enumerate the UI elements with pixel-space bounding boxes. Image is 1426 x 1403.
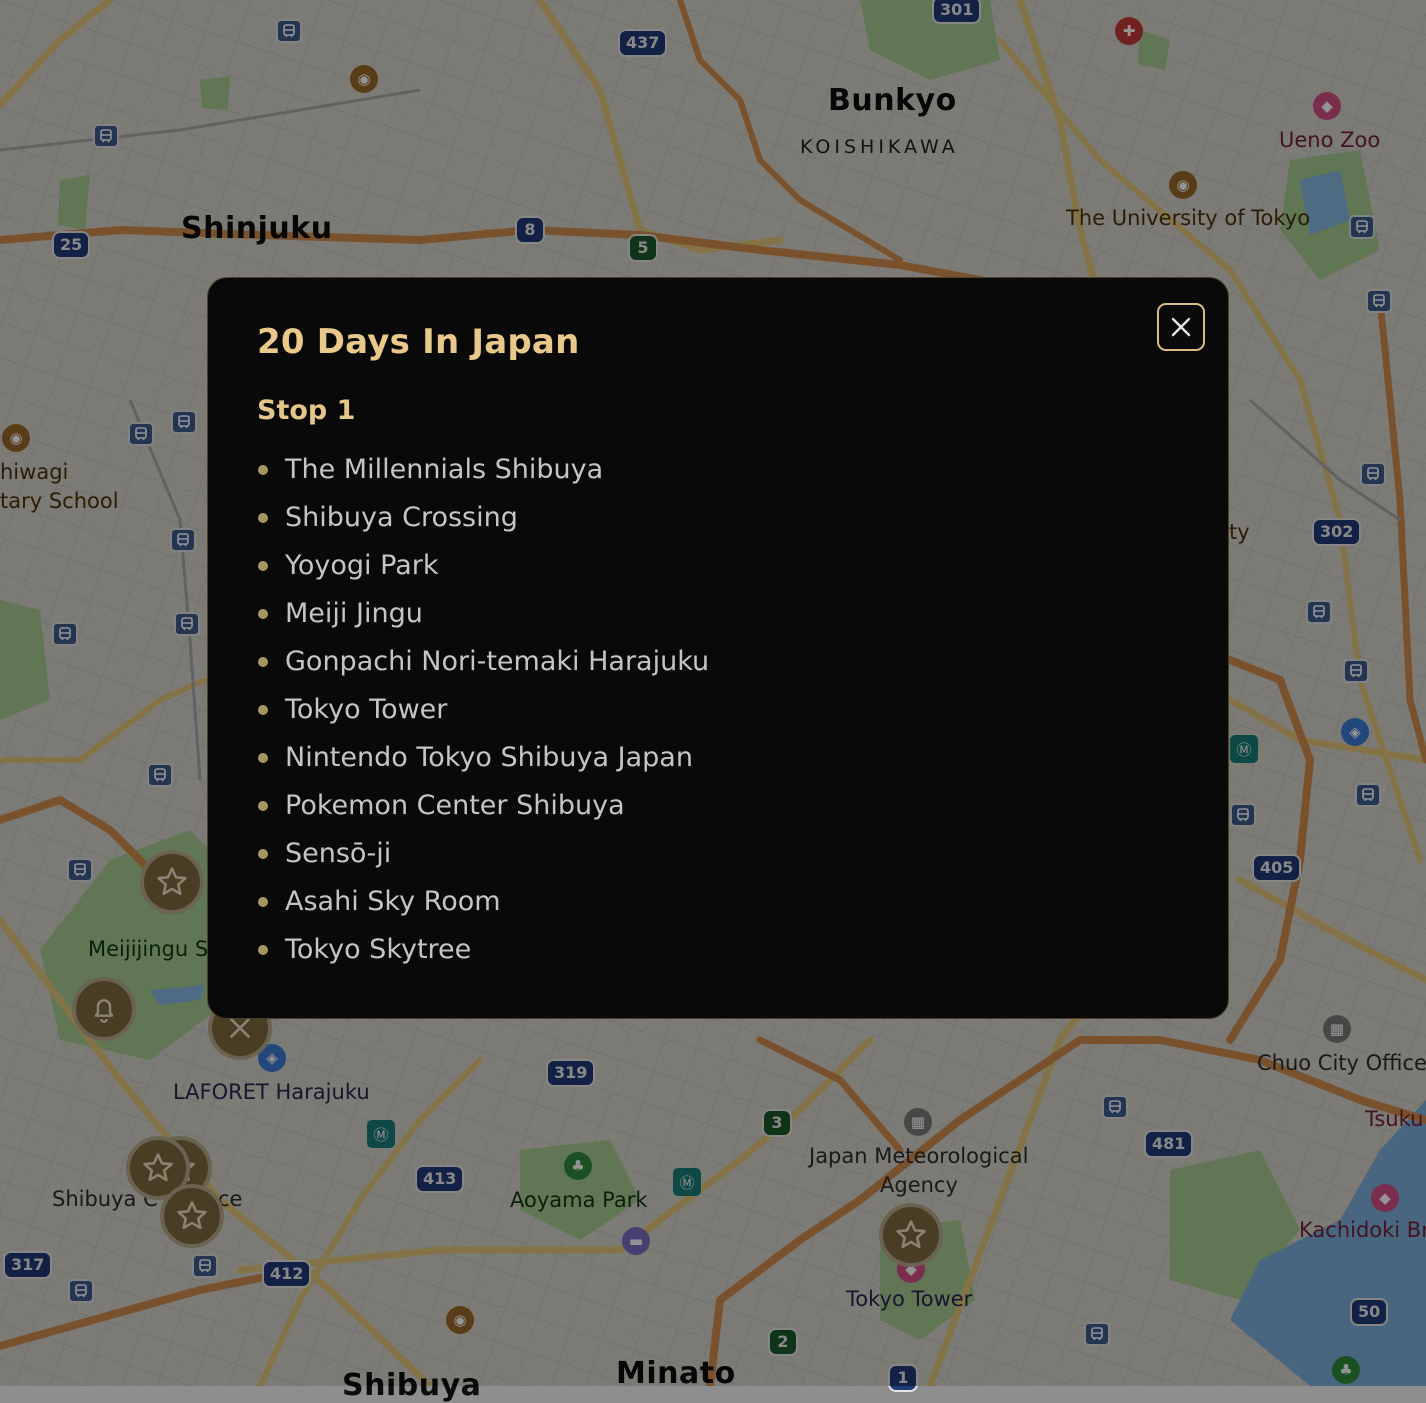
bullet-icon bbox=[258, 705, 268, 715]
bullet-icon bbox=[258, 801, 268, 811]
stop-name: Sensō-ji bbox=[285, 838, 392, 869]
stop-name: Shibuya Crossing bbox=[285, 502, 518, 533]
close-icon bbox=[1171, 317, 1191, 337]
bullet-icon bbox=[258, 465, 268, 475]
list-item: Sensō-ji bbox=[257, 830, 709, 878]
list-item: Tokyo Tower bbox=[257, 686, 709, 734]
stop-name: Tokyo Tower bbox=[285, 694, 448, 725]
list-item: Pokemon Center Shibuya bbox=[257, 782, 709, 830]
bullet-icon bbox=[258, 513, 268, 523]
stop-heading: Stop 1 bbox=[257, 395, 356, 426]
list-item: Meiji Jingu bbox=[257, 590, 709, 638]
itinerary-modal: 20 Days In Japan Stop 1 The Millennials … bbox=[207, 277, 1229, 1019]
stop-name: Meiji Jingu bbox=[285, 598, 423, 629]
close-button[interactable] bbox=[1157, 303, 1205, 351]
modal-title: 20 Days In Japan bbox=[257, 322, 580, 362]
bullet-icon bbox=[258, 753, 268, 763]
list-item: Yoyogi Park bbox=[257, 542, 709, 590]
bullet-icon bbox=[258, 657, 268, 667]
list-item: Nintendo Tokyo Shibuya Japan bbox=[257, 734, 709, 782]
stop-name: The Millennials Shibuya bbox=[285, 454, 604, 485]
stop-name: Yoyogi Park bbox=[285, 550, 439, 581]
bullet-icon bbox=[258, 945, 268, 955]
bullet-icon bbox=[258, 849, 268, 859]
list-item: Shibuya Crossing bbox=[257, 494, 709, 542]
list-item: The Millennials Shibuya bbox=[257, 446, 709, 494]
stop-name: Asahi Sky Room bbox=[285, 886, 501, 917]
stop-name: Gonpachi Nori-temaki Harajuku bbox=[285, 646, 710, 677]
list-item: Gonpachi Nori-temaki Harajuku bbox=[257, 638, 709, 686]
bullet-icon bbox=[258, 897, 268, 907]
stop-list: The Millennials Shibuya Shibuya Crossing… bbox=[257, 446, 709, 974]
stop-name: Nintendo Tokyo Shibuya Japan bbox=[285, 742, 693, 773]
stop-name: Tokyo Skytree bbox=[285, 934, 472, 965]
bullet-icon bbox=[258, 561, 268, 571]
stop-name: Pokemon Center Shibuya bbox=[285, 790, 625, 821]
list-item: Tokyo Skytree bbox=[257, 926, 709, 974]
list-item: Asahi Sky Room bbox=[257, 878, 709, 926]
bullet-icon bbox=[258, 609, 268, 619]
